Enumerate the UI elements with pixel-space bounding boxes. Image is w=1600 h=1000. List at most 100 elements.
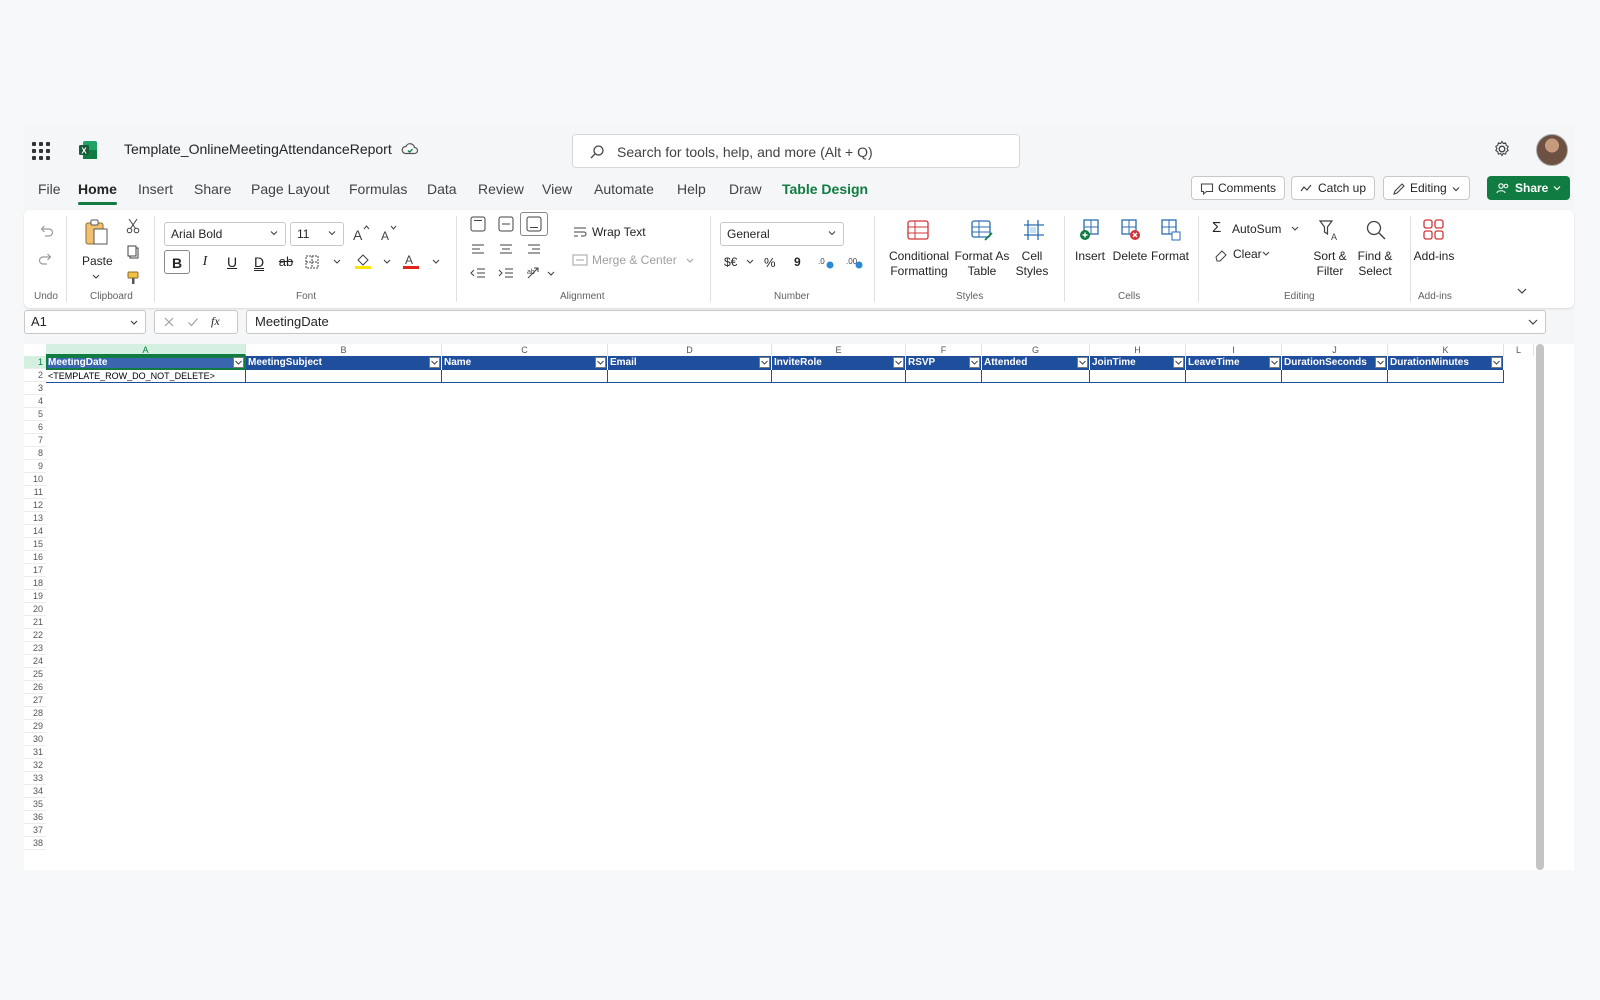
row-header[interactable]: 37 bbox=[24, 824, 46, 837]
sort-filter-button[interactable]: Sort & Filter bbox=[1308, 249, 1352, 279]
bold-button[interactable]: B bbox=[164, 250, 190, 274]
table-header-cell[interactable]: Name bbox=[442, 356, 608, 370]
merge-dropdown-icon[interactable] bbox=[685, 257, 695, 265]
borders-dropdown-icon[interactable] bbox=[332, 258, 342, 266]
insert-function-icon[interactable]: fx bbox=[211, 314, 220, 329]
catch-up-button[interactable]: Catch up bbox=[1291, 176, 1376, 200]
format-cells-icon[interactable] bbox=[1158, 218, 1182, 242]
table-cell[interactable] bbox=[608, 370, 772, 383]
tab-help[interactable]: Help bbox=[677, 179, 706, 205]
table-cell[interactable] bbox=[1388, 370, 1504, 383]
row-header[interactable]: 31 bbox=[24, 746, 46, 759]
row-header[interactable]: 5 bbox=[24, 408, 46, 421]
filter-dropdown-icon[interactable] bbox=[1269, 357, 1280, 368]
column-header-d[interactable]: D bbox=[608, 344, 772, 356]
format-as-table-button[interactable]: Format As Table bbox=[954, 249, 1010, 279]
align-left-icon[interactable] bbox=[470, 242, 486, 256]
table-header-cell[interactable]: JoinTime bbox=[1090, 356, 1186, 370]
cell-styles-button[interactable]: Cell Styles bbox=[1014, 249, 1050, 279]
vertical-scrollbar[interactable] bbox=[1536, 344, 1544, 870]
row-header[interactable]: 13 bbox=[24, 512, 46, 525]
align-middle-icon[interactable] bbox=[498, 216, 514, 232]
row-header[interactable]: 9 bbox=[24, 460, 46, 473]
undo-icon[interactable] bbox=[38, 224, 54, 238]
wrap-text-button[interactable]: Wrap Text bbox=[592, 225, 646, 240]
fill-color-icon[interactable] bbox=[354, 252, 372, 270]
paste-label[interactable]: Paste bbox=[82, 254, 113, 269]
number-format-select[interactable]: General bbox=[720, 222, 844, 246]
add-ins-grid-icon[interactable] bbox=[1422, 218, 1446, 242]
redo-icon[interactable] bbox=[38, 252, 54, 266]
row-header[interactable]: 26 bbox=[24, 681, 46, 694]
format-painter-icon[interactable] bbox=[126, 270, 140, 286]
column-header-a[interactable]: A bbox=[46, 344, 246, 356]
row-header[interactable]: 2 bbox=[24, 369, 46, 382]
row-header[interactable]: 33 bbox=[24, 772, 46, 785]
column-header-k[interactable]: K bbox=[1388, 344, 1504, 356]
tab-data[interactable]: Data bbox=[427, 179, 457, 205]
filter-dropdown-icon[interactable] bbox=[1375, 357, 1386, 368]
orientation-dropdown-icon[interactable] bbox=[546, 270, 556, 278]
row-header[interactable]: 19 bbox=[24, 590, 46, 603]
user-avatar[interactable] bbox=[1536, 134, 1568, 166]
clear-dropdown-icon[interactable] bbox=[1261, 250, 1271, 258]
italic-button[interactable]: I bbox=[192, 250, 218, 274]
row-header[interactable]: 34 bbox=[24, 785, 46, 798]
eraser-icon[interactable] bbox=[1214, 248, 1228, 262]
name-box[interactable]: A1 bbox=[24, 310, 146, 334]
row-header[interactable]: 21 bbox=[24, 616, 46, 629]
cell-styles-icon[interactable] bbox=[1022, 218, 1046, 242]
column-header-f[interactable]: F bbox=[906, 344, 982, 356]
table-header-cell[interactable]: DurationSeconds bbox=[1282, 356, 1388, 370]
table-header-cell[interactable]: RSVP bbox=[906, 356, 982, 370]
editing-mode-button[interactable]: Editing bbox=[1383, 176, 1470, 200]
sort-filter-icon[interactable]: A bbox=[1318, 218, 1342, 242]
font-color-dropdown-icon[interactable] bbox=[431, 258, 441, 266]
column-header-h[interactable]: H bbox=[1090, 344, 1186, 356]
insert-cells-icon[interactable] bbox=[1078, 218, 1102, 242]
copy-icon[interactable] bbox=[126, 244, 140, 260]
column-header-c[interactable]: C bbox=[442, 344, 608, 356]
currency-button[interactable]: $€ bbox=[724, 255, 737, 270]
spreadsheet-grid[interactable]: A B C D E F G H I J K L MeetingDate MeetingSubject Nam… bbox=[24, 344, 1574, 870]
row-header[interactable]: 14 bbox=[24, 525, 46, 538]
table-header-cell[interactable]: InviteRole bbox=[772, 356, 906, 370]
table-header-cell[interactable]: MeetingSubject bbox=[246, 356, 442, 370]
autosum-dropdown-icon[interactable] bbox=[1290, 225, 1300, 233]
table-cell[interactable] bbox=[1186, 370, 1282, 383]
format-as-table-icon[interactable] bbox=[970, 218, 994, 242]
tab-share[interactable]: Share bbox=[194, 179, 231, 205]
column-header-i[interactable]: I bbox=[1186, 344, 1282, 356]
filter-dropdown-icon[interactable] bbox=[759, 357, 770, 368]
search-box[interactable]: Search for tools, help, and more (Alt + … bbox=[572, 134, 1020, 168]
saved-cloud-icon[interactable] bbox=[401, 140, 419, 158]
increase-font-icon[interactable]: A bbox=[352, 224, 370, 242]
share-button[interactable]: Share bbox=[1487, 176, 1570, 200]
increase-indent-icon[interactable] bbox=[498, 266, 514, 280]
tab-table-design[interactable]: Table Design bbox=[782, 179, 868, 205]
tab-file[interactable]: File bbox=[38, 179, 61, 205]
filter-dropdown-icon[interactable] bbox=[893, 357, 904, 368]
row-header[interactable]: 16 bbox=[24, 551, 46, 564]
table-header-cell[interactable]: DurationMinutes bbox=[1388, 356, 1504, 370]
column-header-b[interactable]: B bbox=[246, 344, 442, 356]
conditional-formatting-button[interactable]: Conditional Formatting bbox=[882, 249, 956, 279]
delete-cells-icon[interactable] bbox=[1118, 218, 1142, 242]
document-title[interactable]: Template_OnlineMeetingAttendanceReport bbox=[124, 141, 392, 157]
autosum-button[interactable]: AutoSum bbox=[1232, 222, 1281, 237]
double-underline-button[interactable]: D bbox=[246, 250, 272, 274]
align-right-icon[interactable] bbox=[526, 242, 542, 256]
row-header[interactable]: 27 bbox=[24, 694, 46, 707]
filter-dropdown-icon[interactable] bbox=[969, 357, 980, 368]
font-color-icon[interactable]: A bbox=[402, 252, 420, 270]
borders-icon[interactable] bbox=[304, 254, 320, 270]
tab-automate[interactable]: Automate bbox=[594, 179, 654, 205]
add-ins-button[interactable]: Add-ins bbox=[1412, 249, 1456, 264]
filter-dropdown-icon[interactable] bbox=[233, 357, 244, 368]
tab-insert[interactable]: Insert bbox=[138, 179, 173, 205]
expand-formula-chevron-icon[interactable] bbox=[1527, 317, 1539, 327]
tab-formulas[interactable]: Formulas bbox=[349, 179, 407, 205]
column-header-l[interactable]: L bbox=[1504, 344, 1534, 356]
row-header[interactable]: 18 bbox=[24, 577, 46, 590]
row-header[interactable]: 28 bbox=[24, 707, 46, 720]
